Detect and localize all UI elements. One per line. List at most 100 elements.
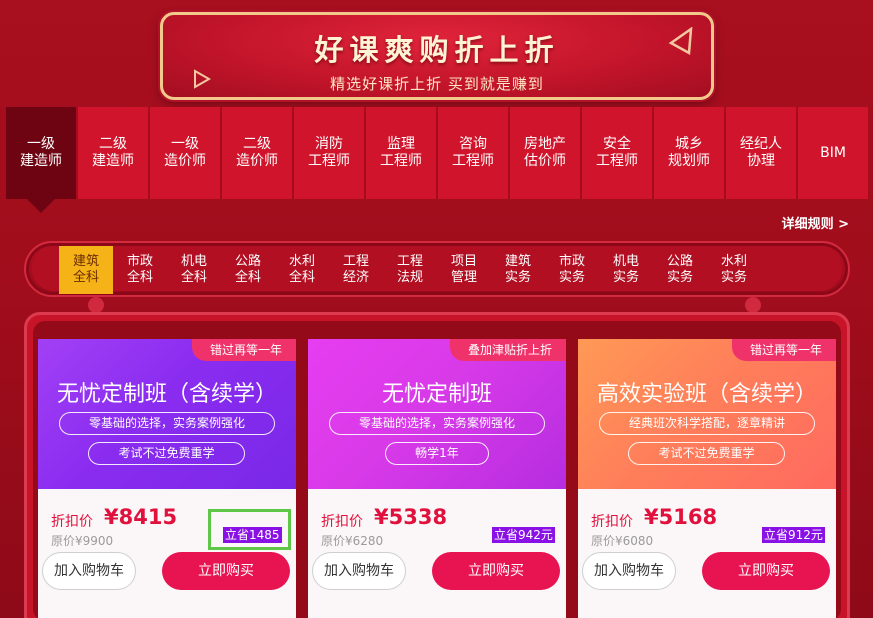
subject-label-line1: 建筑 [504,254,531,269]
subject-tab-jidian-quanke[interactable]: 机电 全科 [167,247,221,293]
feature-pill: 零基础的选择，实务案例强化 [329,412,545,435]
course-title: 无忧定制班 [381,382,492,407]
buy-now-button[interactable]: 立即购买 [162,552,290,590]
tab-label-line1: 安全 [603,136,631,152]
subject-tab-gonglu-quanke[interactable]: 公路 全科 [221,247,275,293]
tab-xiaofang-gongchengshi[interactable]: 消防 工程师 [294,107,364,199]
subject-label-line1: 建筑 [72,254,99,269]
subject-tab-gongcheng-fagui[interactable]: 工程 法规 [383,247,437,293]
course-card: 错过再等一年 高效实验班（含续学） 经典班次科学搭配，逐章精讲 考试不过免费重学… [578,339,836,618]
subject-label-line1: 市政 [126,254,153,269]
hanger-decoration [88,297,104,313]
feature-pill: 考试不过免费重学 [628,442,785,465]
tab-label-line2: 造价师 [236,153,278,169]
tab-label-line1: 二级 [243,136,271,152]
tab-label-line1: 咨询 [459,136,487,152]
tab-zixun-gongchengshi[interactable]: 咨询 工程师 [438,107,508,199]
original-price: 原价¥6080 [591,534,654,548]
buy-now-button[interactable]: 立即购买 [432,552,560,590]
tab-label-line1: 一级 [27,136,55,152]
course-title: 高效实验班（含续学） [596,382,817,407]
tab-jianli-gongchengshi[interactable]: 监理 工程师 [366,107,436,199]
tab-label-line2: 工程师 [380,153,422,169]
tab-label-line2: 工程师 [308,153,350,169]
tab-label-line1: 消防 [315,136,343,152]
original-price: 原价¥6280 [321,534,384,548]
tab-fangdichan-gujiashi[interactable]: 房地产 估价师 [510,107,580,199]
tab-label-line1: 一级 [171,136,199,152]
course-title: 无忧定制班（含续学） [56,382,277,407]
subject-label-line2: 实务 [720,270,747,285]
tab-label-line1: 城乡 [675,136,703,152]
subject-label-line2: 管理 [450,270,477,285]
buy-now-button[interactable]: 立即购买 [702,552,830,590]
tab-label-line1: BIM [820,144,846,161]
course-card: 叠加津贴折上折 无忧定制班 零基础的选择，实务案例强化 畅学1年 折扣价 ¥53… [308,339,566,618]
subject-tab-shuili-shiwu[interactable]: 水利 实务 [707,247,761,293]
subject-label-line2: 法规 [396,270,423,285]
tab-chengxiang-guihuashi[interactable]: 城乡 规划师 [654,107,724,199]
original-price: 原价¥9900 [51,534,114,548]
active-tab-pointer [27,199,55,213]
banner-title: 好课爽购折上折 [314,33,560,67]
subject-label-line2: 全科 [72,270,99,285]
feature-pill: 零基础的选择，实务案例强化 [59,412,275,435]
subject-label-line1: 水利 [720,254,747,269]
savings-badge: 立省942元 [492,527,555,543]
subject-tab-shuili-quanke[interactable]: 水利 全科 [275,247,329,293]
course-card-header: 错过再等一年 高效实验班（含续学） 经典班次科学搭配，逐章精讲 考试不过免费重学 [578,339,836,489]
subject-tab-gongcheng-jingji[interactable]: 工程 经济 [329,247,383,293]
subject-label-line2: 实务 [666,270,693,285]
discount-price: ¥8415 [104,505,178,529]
subject-label-line1: 机电 [180,254,207,269]
tab-label-line1: 监理 [387,136,415,152]
course-card-body: 折扣价 ¥5338 原价¥6280 立省942元 加入购物车 立即购买 [308,489,566,618]
subject-label-line1: 水利 [288,254,315,269]
tab-label-line2: 建造师 [20,153,62,169]
add-to-cart-button[interactable]: 加入购物车 [582,552,676,590]
promo-banner: 好课爽购折上折 精选好课折上折 买到就是赚到 [160,12,714,100]
subject-tab-shizheng-quanke[interactable]: 市政 全科 [113,247,167,293]
discount-price-label: 折扣价 [321,514,363,530]
banner-subtitle: 精选好课折上折 买到就是赚到 [330,75,544,93]
subject-tab-jianzhu-quanke[interactable]: 建筑 全科 [59,246,113,294]
rules-link[interactable]: 详细规则 > [782,213,849,232]
tab-yiji-jianzaoshi[interactable]: 一级 建造师 [6,107,76,213]
subject-tab-gonglu-shiwu[interactable]: 公路 实务 [653,247,707,293]
exam-category-bar: 一级 建造师 二级 建造师 一级 造价师 二级 造价师 消防 工程师 监理 工程… [0,107,873,213]
tab-anquan-gongchengshi[interactable]: 安全 工程师 [582,107,652,199]
add-to-cart-button[interactable]: 加入购物车 [42,552,136,590]
tab-erji-jianzaoshi[interactable]: 二级 建造师 [78,107,148,199]
tab-bim[interactable]: BIM [798,107,868,199]
card-promo-tag: 错过再等一年 [191,339,296,361]
subject-tab-xiangmu-guanli[interactable]: 项目 管理 [437,247,491,293]
subject-label-line1: 市政 [558,254,585,269]
discount-price: ¥5338 [374,505,448,529]
subject-label-line1: 机电 [612,254,639,269]
add-to-cart-button[interactable]: 加入购物车 [312,552,406,590]
subject-label-line2: 全科 [234,270,261,285]
course-card-body: 折扣价 ¥5168 原价¥6080 立省912元 加入购物车 立即购买 [578,489,836,618]
course-card: 错过再等一年 无忧定制班（含续学） 零基础的选择，实务案例强化 考试不过免费重学… [38,339,296,618]
course-card-header: 叠加津贴折上折 无忧定制班 零基础的选择，实务案例强化 畅学1年 [308,339,566,489]
course-card-header: 错过再等一年 无忧定制班（含续学） 零基础的选择，实务案例强化 考试不过免费重学 [38,339,296,489]
tab-label-line2: 估价师 [524,153,566,169]
tab-yiji-zaojiashi[interactable]: 一级 造价师 [150,107,220,199]
subject-tab-jianzhu-shiwu[interactable]: 建筑 实务 [491,247,545,293]
promo-page: 好课爽购折上折 精选好课折上折 买到就是赚到 一级 建造师 二级 建造师 一级 … [0,0,873,618]
discount-price: ¥5168 [644,505,718,529]
subject-label-line2: 实务 [504,270,531,285]
tab-erji-zaojiashi[interactable]: 二级 造价师 [222,107,292,199]
tab-label-line2: 工程师 [452,153,494,169]
highlight-box [208,509,291,550]
subject-tab-shizheng-shiwu[interactable]: 市政 实务 [545,247,599,293]
subject-label-line1: 公路 [666,254,693,269]
tab-jingjiren-xieli[interactable]: 经纪人 协理 [726,107,796,199]
tab-label-line2: 规划师 [668,153,710,169]
subject-label-line2: 实务 [558,270,585,285]
subject-tab-jidian-shiwu[interactable]: 机电 实务 [599,247,653,293]
subject-label-line2: 全科 [126,270,153,285]
tab-label-line1: 房地产 [524,136,566,152]
subject-label-line1: 公路 [234,254,261,269]
play-triangle-icon [194,69,211,89]
